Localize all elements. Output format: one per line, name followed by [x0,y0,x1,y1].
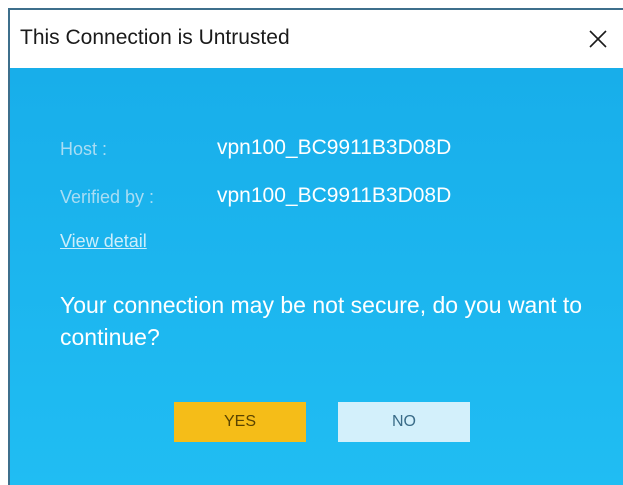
verified-by-label: Verified by : [60,187,155,207]
host-label: Host : [60,139,108,159]
untrusted-connection-dialog: This Connection is Untrusted Host : vpn1… [8,8,623,485]
dialog-title: This Connection is Untrusted [20,26,290,49]
title-bar: This Connection is Untrusted [10,10,623,68]
no-button[interactable]: NO [338,402,470,442]
host-value: vpn100_BC9911B3D08D [217,136,452,159]
dialog-content: Host : vpn100_BC9911B3D08D Verified by :… [10,68,623,485]
verified-by-value: vpn100_BC9911B3D08D [217,184,452,207]
view-detail-link[interactable]: View detail [60,231,147,252]
yes-button[interactable]: YES [174,402,306,442]
security-warning-message: Your connection may be not secure, do yo… [60,292,583,350]
close-icon[interactable] [585,26,611,52]
